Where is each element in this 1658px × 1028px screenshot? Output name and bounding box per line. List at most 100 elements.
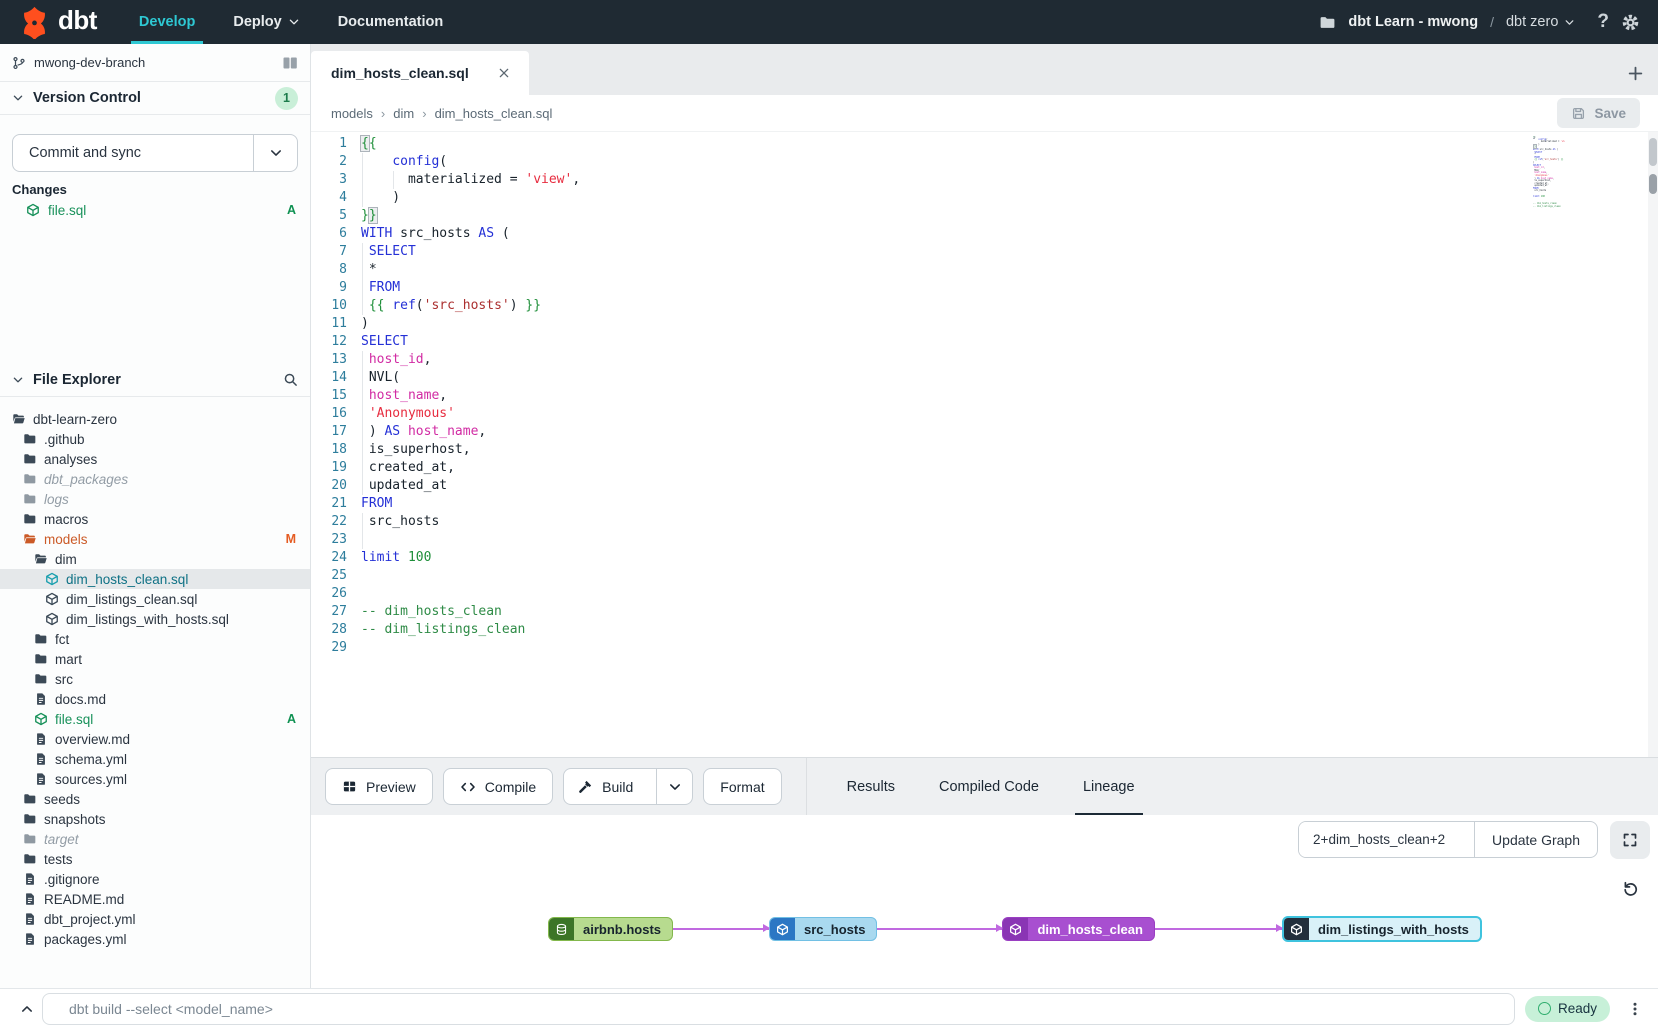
tree-item-dbt-project-yml[interactable]: dbt_project.yml <box>0 909 310 929</box>
project-name[interactable]: dbt Learn - mwong <box>1348 14 1478 30</box>
tree-item-label: snapshots <box>44 812 106 827</box>
tree-item-file-sql[interactable]: file.sqlA <box>0 709 310 729</box>
tree-item-label: file.sql <box>55 712 93 727</box>
commit-and-sync-button[interactable]: Commit and sync <box>12 134 298 172</box>
nav-documentation[interactable]: Documentation <box>338 0 444 44</box>
tree-item-analyses[interactable]: analyses <box>0 449 310 469</box>
tree-item-dim-listings-clean-sql[interactable]: dim_listings_clean.sql <box>0 589 310 609</box>
lineage-node-airbnb-hosts[interactable]: airbnb.hosts <box>548 917 673 941</box>
tree-item--github[interactable]: .github <box>0 429 310 449</box>
code-editor[interactable]: 1234567891011121314151617181920212223242… <box>311 132 1658 757</box>
tree-item-dim-listings-with-hosts-sql[interactable]: dim_listings_with_hosts.sql <box>0 609 310 629</box>
breadcrumb-dim: dim <box>373 106 414 121</box>
build-button[interactable]: Build <box>563 768 693 805</box>
tab-dim-hosts-clean[interactable]: dim_hosts_clean.sql <box>311 51 529 95</box>
format-button-label: Format <box>720 779 764 795</box>
tree-item-seeds[interactable]: seeds <box>0 789 310 809</box>
file-icon <box>23 872 37 886</box>
commit-button-label: Commit and sync <box>13 135 253 171</box>
lineage-node-label: src_hosts <box>795 918 876 940</box>
split-view-icon[interactable] <box>282 55 298 71</box>
tree-item-overview-md[interactable]: overview.md <box>0 729 310 749</box>
search-icon[interactable] <box>283 372 298 387</box>
new-tab-button[interactable] <box>1612 51 1658 95</box>
nav-develop[interactable]: Develop <box>139 0 195 44</box>
tree-item-packages-yml[interactable]: packages.yml <box>0 929 310 949</box>
model-cube-icon <box>26 203 40 217</box>
tree-item-readme-md[interactable]: README.md <box>0 889 310 909</box>
tree-item-logs[interactable]: logs <box>0 489 310 509</box>
tree-item-src[interactable]: src <box>0 669 310 689</box>
tree-item-label: README.md <box>44 892 124 907</box>
code-content[interactable]: {{ config( materialized = 'view', )}}WIT… <box>361 135 1644 657</box>
tree-item-mart[interactable]: mart <box>0 649 310 669</box>
preview-button[interactable]: Preview <box>325 768 433 805</box>
status-text: Ready <box>1558 1001 1597 1016</box>
tree-item-fct[interactable]: fct <box>0 629 310 649</box>
file-explorer-title: File Explorer <box>33 372 121 388</box>
tree-item-label: dim_hosts_clean.sql <box>66 572 188 587</box>
tree-item-macros[interactable]: macros <box>0 509 310 529</box>
close-icon[interactable] <box>497 66 511 80</box>
gear-icon[interactable] <box>1621 13 1640 32</box>
lineage-node-dim-listings-with-hosts[interactable]: dim_listings_with_hosts <box>1282 916 1482 942</box>
folder-icon <box>23 512 37 526</box>
tab-title: dim_hosts_clean.sql <box>331 65 469 81</box>
save-button[interactable]: Save <box>1557 98 1640 128</box>
tree-item-docs-md[interactable]: docs.md <box>0 689 310 709</box>
fullscreen-icon <box>1622 832 1638 848</box>
editor-scrollbar[interactable] <box>1648 132 1658 757</box>
compile-button[interactable]: Compile <box>443 768 553 805</box>
tree-item-target[interactable]: target <box>0 829 310 849</box>
file-explorer-header[interactable]: File Explorer <box>0 363 310 397</box>
tree-item-snapshots[interactable]: snapshots <box>0 809 310 829</box>
code-icon <box>460 779 476 795</box>
expand-command-bar-button[interactable] <box>12 1002 42 1016</box>
lineage-node-label: dim_listings_with_hosts <box>1309 918 1480 940</box>
tree-item-dbt-packages[interactable]: dbt_packages <box>0 469 310 489</box>
changed-file-item[interactable]: file.sql A <box>0 199 310 221</box>
environment-selector[interactable]: dbt zero <box>1506 14 1575 30</box>
file-icon <box>34 772 48 786</box>
tab-lineage[interactable]: Lineage <box>1061 758 1157 816</box>
lineage-selector-input[interactable] <box>1299 822 1475 857</box>
reset-graph-button[interactable] <box>1610 869 1650 907</box>
dbt-logo[interactable]: dbt <box>18 6 97 39</box>
lineage-node-src-hosts[interactable]: src_hosts <box>769 917 877 941</box>
file-tree: dbt-learn-zero.githubanalyses dbt_package… <box>0 397 310 949</box>
tree-item-dim[interactable]: dim <box>0 549 310 569</box>
tree-item-schema-yml[interactable]: schema.yml <box>0 749 310 769</box>
format-button[interactable]: Format <box>703 768 781 805</box>
branch-selector[interactable]: mwong-dev-branch <box>0 44 310 82</box>
tree-item-dim-hosts-clean-sql[interactable]: dim_hosts_clean.sql <box>0 569 310 589</box>
folder-open-icon <box>12 412 26 426</box>
scrollbar-thumb[interactable] <box>1649 138 1657 166</box>
tab-results[interactable]: Results <box>825 758 917 816</box>
compile-button-label: Compile <box>485 779 536 795</box>
tree-item-label: models <box>44 532 88 547</box>
command-input[interactable]: dbt build --select <model_name> <box>42 993 1515 1025</box>
help-icon[interactable] <box>1597 11 1609 33</box>
lineage-node-dim-hosts-clean[interactable]: dim_hosts_clean <box>1002 917 1155 941</box>
kebab-menu-icon[interactable] <box>1624 1001 1646 1017</box>
tree-item-models[interactable]: modelsM <box>0 529 310 549</box>
command-bar: dbt build --select <model_name> Ready <box>0 988 1658 1028</box>
tree-item-label: src <box>55 672 73 687</box>
lineage-canvas[interactable]: Update Graph airbnb.hosts src_hosts dim_ho… <box>311 815 1658 988</box>
nav-deploy[interactable]: Deploy <box>233 0 299 44</box>
sidebar: mwong-dev-branch Version Control 1 Commi… <box>0 44 311 988</box>
tree-item-dbt-learn-zero[interactable]: dbt-learn-zero <box>0 409 310 429</box>
update-graph-button[interactable]: Update Graph <box>1475 822 1597 857</box>
commit-options-dropdown[interactable] <box>253 135 297 171</box>
version-control-header[interactable]: Version Control 1 <box>0 82 310 115</box>
chevron-down-icon <box>269 146 283 160</box>
tab-compiled-code[interactable]: Compiled Code <box>917 758 1061 816</box>
editor-gutter: 1234567891011121314151617181920212223242… <box>311 135 361 657</box>
fullscreen-button[interactable] <box>1610 821 1650 859</box>
tree-item-tests[interactable]: tests <box>0 849 310 869</box>
build-options-dropdown[interactable] <box>656 769 692 804</box>
tree-item-label: dbt_packages <box>44 472 128 487</box>
hammer-icon <box>578 779 593 794</box>
tree-item-sources-yml[interactable]: sources.yml <box>0 769 310 789</box>
tree-item--gitignore[interactable]: .gitignore <box>0 869 310 889</box>
